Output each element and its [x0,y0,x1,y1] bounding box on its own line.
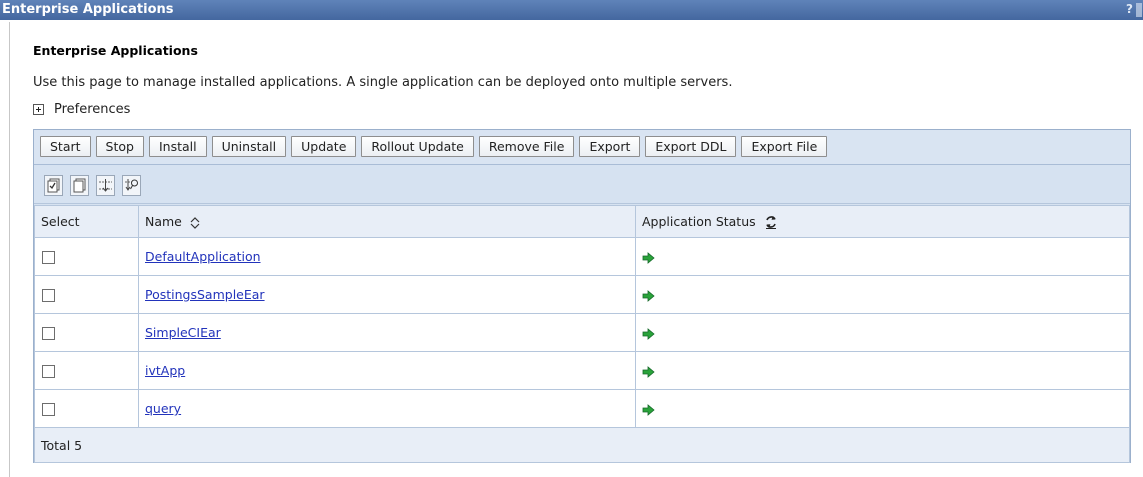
started-arrow-icon [642,327,655,340]
start-button[interactable]: Start [40,136,91,157]
select-column-header: Select [34,205,139,238]
row-checkbox[interactable] [42,289,55,302]
export-file-button[interactable]: Export File [741,136,828,157]
application-link[interactable]: SimpleCIEar [145,325,221,340]
application-link[interactable]: PostingsSampleEar [145,287,265,302]
clear-filter-icon[interactable] [122,175,142,196]
name-header-label[interactable]: Name [145,214,182,229]
uninstall-button[interactable]: Uninstall [211,136,287,157]
application-link[interactable]: ivtApp [145,363,185,378]
icon-toolbar [34,166,1130,204]
stop-button[interactable]: Stop [95,136,144,157]
status-cell [635,313,1130,352]
name-cell: query [138,389,636,428]
collection-panel: Start Stop Install Uninstall Update Rollout U… [33,129,1131,463]
name-cell: ivtApp [138,351,636,390]
expand-plus-icon[interactable] [33,104,44,115]
preferences-label[interactable]: Preferences [54,102,130,117]
status-column-header: Application Status [635,205,1130,238]
status-cell [635,275,1130,314]
row-checkbox[interactable] [42,327,55,340]
window-titlebar: Enterprise Applications ? [0,0,1143,20]
name-cell: DefaultApplication [138,237,636,276]
table-header-row: Select Name Application Status [34,205,1130,238]
table-row: ivtApp [34,351,1130,390]
started-arrow-icon [642,251,655,264]
select-cell [34,237,139,276]
applications-table: Select Name Application Status DefaultAp… [34,205,1130,463]
select-cell [34,351,139,390]
started-arrow-icon [642,289,655,302]
name-column-header[interactable]: Name [138,205,636,238]
status-cell [635,389,1130,428]
page-description: Use this page to manage installed applic… [33,75,733,90]
preferences-toggle[interactable]: Preferences [33,102,130,117]
install-button[interactable]: Install [148,136,207,157]
application-link[interactable]: query [145,401,181,416]
row-checkbox[interactable] [42,251,55,264]
table-row: PostingsSampleEar [34,275,1130,314]
row-checkbox[interactable] [42,403,55,416]
total-count: Total 5 [34,427,1130,463]
minimize-icon[interactable] [1136,3,1142,17]
rollout-update-button[interactable]: Rollout Update [361,136,474,157]
show-filter-icon[interactable] [96,175,116,196]
update-button[interactable]: Update [291,136,357,157]
status-cell [635,351,1130,390]
select-cell [34,313,139,352]
select-cell [34,389,139,428]
select-cell [34,275,139,314]
window-title: Enterprise Applications [2,2,174,17]
application-link[interactable]: DefaultApplication [145,249,261,264]
sort-icon[interactable] [190,216,200,229]
left-divider [9,22,10,477]
button-toolbar: Start Stop Install Uninstall Update Rollout U… [34,130,1130,165]
help-icon[interactable]: ? [1126,2,1133,16]
row-checkbox[interactable] [42,365,55,378]
table-row: query [34,389,1130,428]
started-arrow-icon [642,403,655,416]
remove-file-button[interactable]: Remove File [478,136,575,157]
name-cell: PostingsSampleEar [138,275,636,314]
select-all-icon[interactable] [44,175,63,196]
export-button[interactable]: Export [579,136,641,157]
deselect-all-icon[interactable] [70,175,90,196]
started-arrow-icon [642,365,655,378]
table-row: SimpleCIEar [34,313,1130,352]
page-title: Enterprise Applications [33,43,198,58]
table-row: DefaultApplication [34,237,1130,276]
table-footer-row: Total 5 [34,427,1130,463]
name-cell: SimpleCIEar [138,313,636,352]
export-ddl-button[interactable]: Export DDL [645,136,737,157]
status-header-label: Application Status [642,213,756,229]
status-cell [635,237,1130,276]
refresh-icon[interactable] [764,215,778,230]
